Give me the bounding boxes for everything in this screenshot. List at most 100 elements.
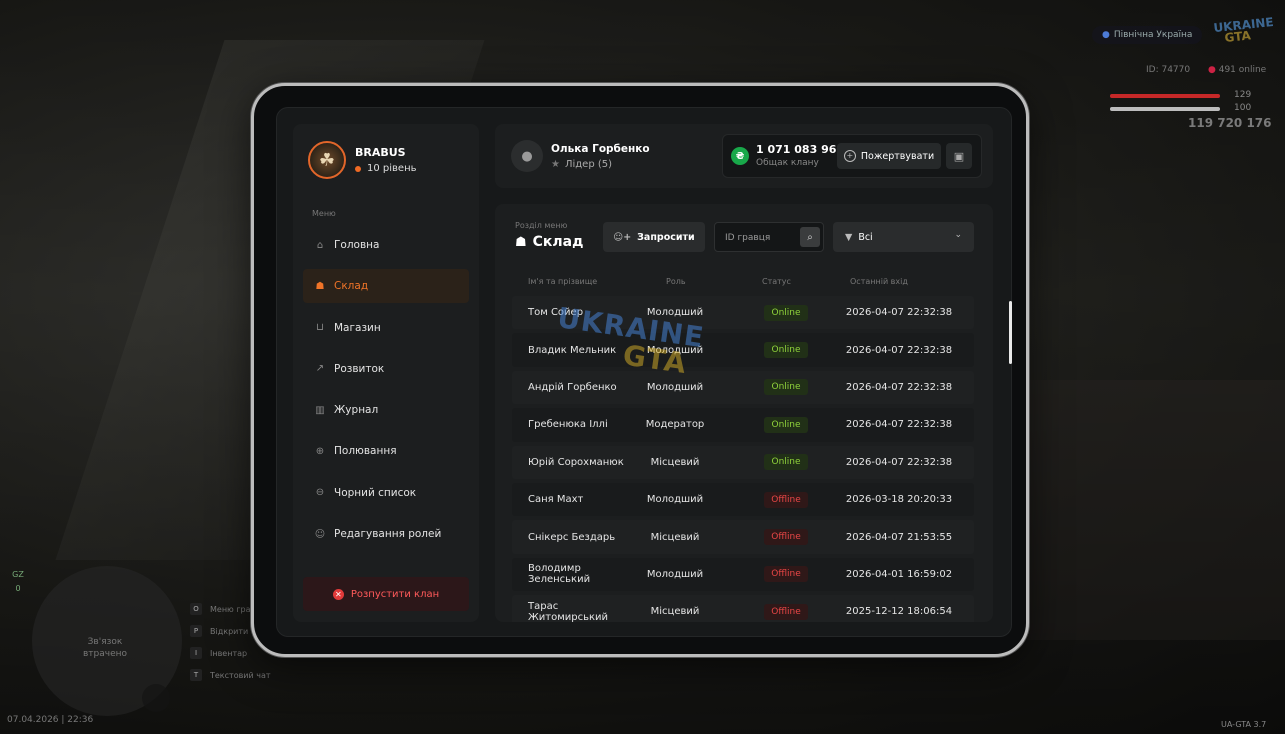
member-role: Молодший — [646, 344, 704, 356]
hryvnia-coin-icon: ₴ — [731, 147, 749, 165]
level-label: 0 — [15, 584, 21, 593]
location-icon: ● — [1102, 30, 1110, 40]
table-row[interactable]: Андрій Горбенко Молодший Online 2026-04-07 … — [512, 370, 974, 405]
column-header-role: Роль — [666, 277, 686, 286]
armor-value: 100 — [1234, 103, 1252, 113]
balance-caption: Общак клану — [756, 158, 819, 168]
column-header-last-login: Останній вхід — [850, 277, 908, 286]
member-role: Молодший — [646, 307, 704, 319]
member-name: Владик Мельник — [528, 344, 617, 356]
sidebar-item-2[interactable]: ⊔ Магазин — [303, 311, 469, 345]
status-badge-cell: Online — [744, 446, 828, 479]
table-row[interactable]: Владик Мельник Молодший Online 2026-04-07 2… — [512, 333, 974, 367]
region-indicator: ● Північна Україна — [1092, 26, 1203, 44]
last-login: 2025-12-12 18:06:54 — [845, 606, 953, 618]
status-badge: Offline — [764, 491, 808, 508]
status-badge: Online — [764, 379, 808, 396]
sidebar-item-label: Чорний список — [334, 486, 417, 499]
sidebar-item-1[interactable]: ☗ Склад — [303, 269, 469, 304]
search-button[interactable]: ⌕ — [800, 227, 820, 247]
minimap-status: Зв'язок втрачено — [82, 637, 128, 659]
region-name: Північна Україна — [1113, 30, 1193, 40]
member-role: Місцевий — [650, 531, 700, 543]
storage-box-button[interactable]: ▣ — [946, 143, 972, 169]
status-badge-cell: Offline — [744, 520, 828, 553]
sidebar-item-label: Полювання — [334, 445, 397, 458]
member-role: Місцевий — [650, 456, 700, 468]
clan-level: 10 рівень — [355, 163, 417, 174]
status-badge: Online — [764, 454, 808, 471]
table-row[interactable]: Том Сойер Молодший Online 2026-04-07 22:32:… — [512, 296, 974, 330]
armor-bar-fill — [1110, 107, 1220, 111]
sidebar-item-7[interactable]: ☺ Редагування ролей — [303, 517, 469, 551]
member-name: Саня Махт — [528, 494, 584, 506]
member-role-cell: Молодший — [630, 483, 720, 516]
member-name: Тарас Житомирський — [528, 600, 609, 622]
last-login-cell: 2026-04-07 22:32:38 — [834, 371, 964, 404]
crosshair-icon: ⊕ — [315, 445, 325, 457]
health-bar-fill — [1110, 94, 1220, 98]
status-filter-dropdown[interactable]: ▼ Всі ⌄ — [833, 222, 974, 252]
player-money: 119 720 176 — [1188, 116, 1272, 130]
status-badge: Online — [764, 342, 808, 359]
sidebar-item-4[interactable]: ▥ Журнал — [303, 393, 469, 427]
disband-clan-button[interactable]: ✕ Розпустити клан — [303, 577, 469, 611]
member-name-cell: Снікерс Бездарь — [528, 520, 638, 553]
sidebar-item-5[interactable]: ⊕ Полювання — [303, 434, 469, 468]
chart-icon: ↗ — [315, 363, 325, 375]
member-name: Юрій Сорохманюк — [528, 456, 624, 468]
table-row[interactable]: Володимр Зеленський Молодший Offline 2026-0… — [512, 557, 974, 592]
status-badge-cell: Online — [744, 333, 828, 366]
table-scrollbar[interactable] — [1009, 301, 1012, 364]
member-name: Снікерс Бездарь — [528, 531, 616, 543]
last-login-cell: 2026-04-07 22:32:38 — [834, 333, 964, 366]
sidebar-item-0[interactable]: ⌂ Головна — [303, 228, 469, 262]
member-name-cell: Володимр Зеленський — [528, 558, 638, 591]
column-header-name: Ім'я та прізвище — [528, 277, 598, 286]
microphone-icon — [142, 684, 170, 712]
member-role-cell: Місцевий — [630, 446, 720, 479]
block-icon: ⊖ — [315, 487, 325, 499]
user-role-text: Лідер (5) — [564, 159, 613, 170]
section-title-text: Склад — [532, 234, 584, 250]
table-row[interactable]: Саня Махт Молодший Offline 2026-03-18 20:20… — [512, 482, 974, 517]
table-row[interactable]: Снікерс Бездарь Місцевий Offline 2026-04-07… — [512, 520, 974, 554]
member-name: Андрій Горбенко — [528, 381, 617, 393]
member-role-cell: Модератор — [630, 408, 720, 441]
filter-icon: ▼ — [845, 231, 853, 243]
online-count: ● 491 online — [1208, 65, 1266, 75]
sidebar-item-6[interactable]: ⊖ Чорний список — [303, 476, 469, 510]
last-login: 2026-04-07 22:32:38 — [845, 419, 953, 431]
sidebar-item-3[interactable]: ↗ Розвиток — [303, 352, 469, 386]
donate-button[interactable]: + Пожертвувати — [837, 143, 941, 169]
last-login-cell: 2026-04-07 22:32:38 — [834, 408, 964, 441]
search-input[interactable] — [723, 230, 801, 246]
user-card: ● Олька Горбенко ★ Лідер (5) ₴ 1 071 083… — [495, 124, 993, 188]
member-role: Молодший — [646, 494, 704, 506]
table-row[interactable]: Юрій Сорохманюк Місцевий Online 2026-04-07 … — [512, 445, 974, 479]
status-badge: Online — [764, 416, 808, 433]
member-role: Молодший — [646, 381, 704, 393]
date-time: 07.04.2026 | 22:36 — [7, 715, 94, 725]
tablet-frame: ☘ BRABUS 10 рівень Меню ⌂ Головна ☗ Склад ⊔ М… — [251, 83, 1029, 657]
status-badge: Offline — [764, 603, 808, 620]
last-login-cell: 2026-04-07 22:32:38 — [834, 446, 964, 479]
key-label: Текстовий чат — [210, 670, 271, 680]
member-role-cell: Молодший — [630, 333, 720, 366]
member-role-cell: Молодший — [630, 558, 720, 591]
members-table: Том Сойер Молодший Online 2026-04-07 22:32:… — [512, 296, 974, 622]
home-icon: ⌂ — [316, 239, 324, 251]
member-name-cell: Андрій Горбенко — [528, 371, 638, 404]
menu-label: Меню — [312, 209, 336, 218]
member-name-cell: Юрій Сорохманюк — [528, 446, 638, 479]
invite-button[interactable]: ☺+ Запросити — [603, 222, 705, 252]
health-bar — [1110, 94, 1220, 98]
table-row[interactable]: Тарас Житомирський Місцевий Offline 2025-12… — [512, 595, 974, 622]
sidebar-item-label: Склад — [334, 280, 369, 293]
user-avatar-icon: ● — [511, 140, 543, 172]
last-login-cell: 2026-04-07 22:32:38 — [834, 296, 964, 329]
member-name-cell: Владик Мельник — [528, 333, 638, 366]
key-badge: T — [190, 669, 202, 681]
table-row[interactable]: Гребенюка Іллі Модератор Online 2026-04-07 … — [512, 408, 974, 442]
level-dot-icon — [355, 165, 361, 172]
